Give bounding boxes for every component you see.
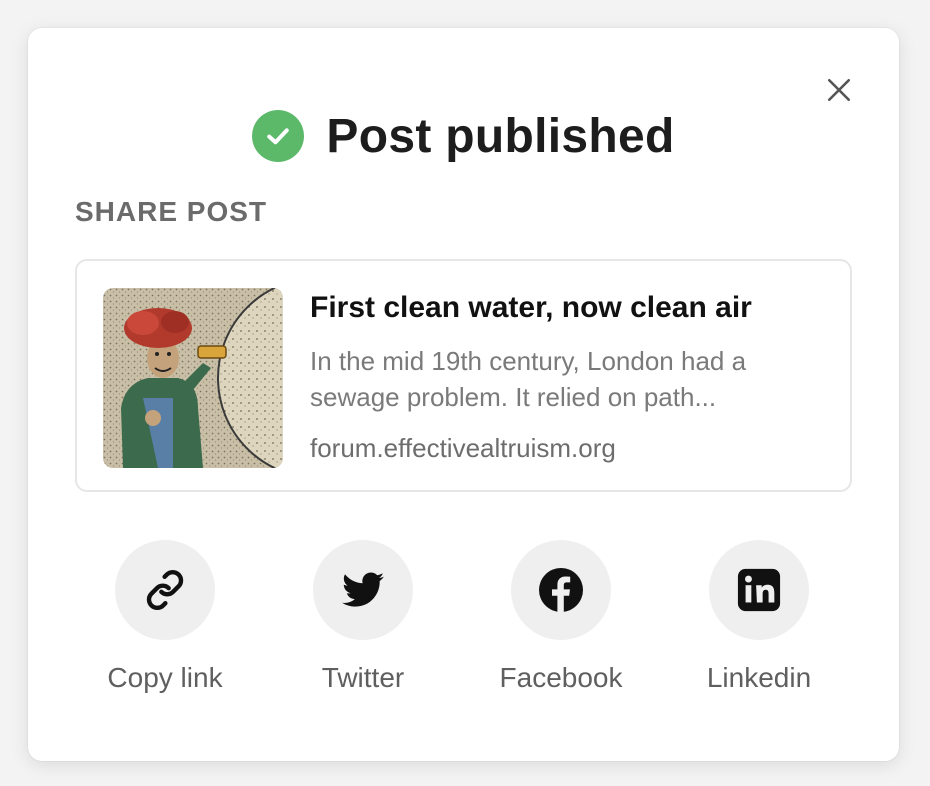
copy-link-label: Copy link: [107, 662, 223, 693]
linkedin-circle: [709, 540, 809, 640]
post-preview-text: First clean water, now clean air In the …: [310, 289, 830, 465]
twitter-icon: [342, 572, 384, 607]
post-excerpt: In the mid 19th century, London had a se…: [310, 343, 830, 415]
post-preview-card[interactable]: First clean water, now clean air In the …: [75, 259, 852, 492]
dialog-title: Post published: [326, 109, 675, 163]
linkedin-label: Linkedin: [706, 662, 812, 693]
post-thumbnail: [103, 288, 283, 468]
check-circle-icon: [252, 110, 305, 162]
post-title: First clean water, now clean air: [310, 291, 752, 324]
share-post-label: SHARE POST: [75, 196, 268, 227]
close-icon: [827, 78, 851, 102]
copy-link-circle: [115, 540, 215, 640]
linkedin-share-button[interactable]: Linkedin: [679, 540, 839, 694]
post-excerpt-line-2: sewage problem. It relied on path...: [310, 382, 717, 412]
facebook-circle: [511, 540, 611, 640]
twitter-share-button[interactable]: Twitter: [283, 540, 443, 694]
facebook-share-button[interactable]: Facebook: [481, 540, 641, 694]
close-button[interactable]: [823, 74, 855, 106]
dialog-header: Post published: [28, 108, 899, 164]
facebook-icon: [539, 568, 583, 612]
linkedin-icon: [737, 568, 781, 612]
facebook-label: Facebook: [499, 662, 623, 693]
post-published-dialog: Post published SHARE POST First clean wa…: [28, 28, 899, 761]
twitter-label: Twitter: [321, 662, 405, 693]
post-domain: forum.effectivealtruism.org: [310, 433, 616, 463]
post-excerpt-line-1: In the mid 19th century, London had a: [310, 346, 747, 376]
twitter-circle: [313, 540, 413, 640]
copy-link-button[interactable]: Copy link: [85, 540, 245, 694]
link-icon: [146, 569, 184, 611]
